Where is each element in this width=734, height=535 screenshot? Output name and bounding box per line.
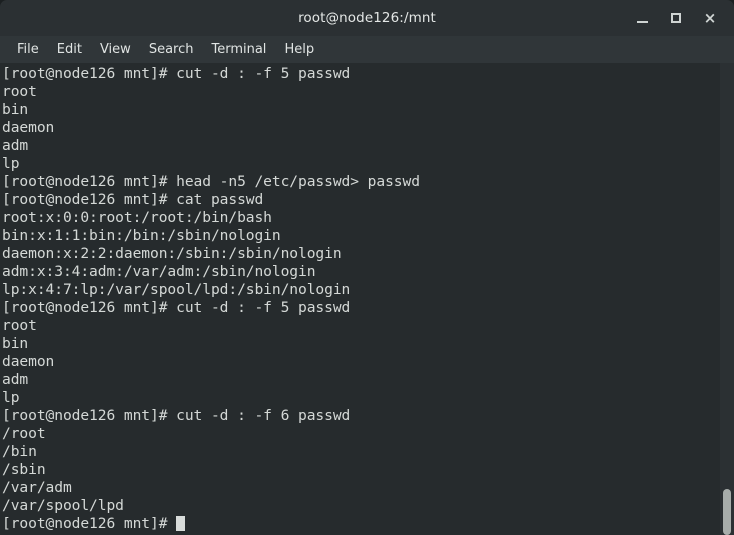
terminal-line: daemon:x:2:2:daemon:/sbin:/sbin/nologin (2, 245, 342, 262)
terminal-line: /sbin (2, 461, 46, 478)
terminal-line: lp:x:4:7:lp:/var/spool/lpd:/sbin/nologin (2, 281, 351, 298)
terminal-line: daemon (2, 119, 55, 136)
terminal-line: /var/adm (2, 479, 72, 496)
maximize-button[interactable] (660, 3, 692, 33)
terminal-line: adm (2, 137, 29, 154)
terminal-line: bin:x:1:1:bin:/bin:/sbin/nologin (2, 227, 281, 244)
terminal-line: lp (2, 155, 20, 172)
terminal-prompt-line[interactable]: [root@node126 mnt]# (2, 515, 720, 533)
terminal-prompt-text: [root@node126 mnt]# (2, 515, 177, 532)
window-controls: × (626, 0, 726, 36)
minimize-icon (636, 20, 648, 23)
terminal-line: root (2, 83, 37, 100)
menu-bar: File Edit View Search Terminal Help (0, 36, 734, 63)
close-button[interactable]: × (694, 3, 726, 33)
maximize-icon (671, 13, 681, 23)
menu-item-file[interactable]: File (8, 38, 48, 62)
terminal-line: [root@node126 mnt]# cut -d : -f 5 passwd (2, 65, 351, 82)
minimize-button[interactable] (626, 3, 658, 33)
terminal-line: [root@node126 mnt]# cut -d : -f 6 passwd (2, 407, 351, 424)
terminal-scrollbar[interactable] (720, 63, 734, 535)
title-bar[interactable]: root@node126:/mnt × (0, 0, 734, 36)
close-icon: × (703, 8, 717, 27)
scrollbar-thumb[interactable] (723, 489, 731, 535)
terminal-line: /root (2, 425, 46, 442)
menu-item-edit[interactable]: Edit (48, 38, 91, 62)
menu-item-view[interactable]: View (91, 38, 140, 62)
terminal-line: bin (2, 101, 29, 118)
menu-item-help[interactable]: Help (275, 38, 323, 62)
terminal-line: [root@node126 mnt]# cat passwd (2, 191, 264, 208)
terminal-line: bin (2, 335, 29, 352)
terminal-output[interactable]: [root@node126 mnt]# cut -d : -f 5 passwd… (0, 63, 720, 535)
terminal-line: adm (2, 371, 29, 388)
terminal-line: adm:x:3:4:adm:/var/adm:/sbin/nologin (2, 263, 316, 280)
terminal-line: [root@node126 mnt]# head -n5 /etc/passwd… (2, 173, 420, 190)
terminal-window: root@node126:/mnt × File Edit View Searc… (0, 0, 734, 535)
terminal-line: root:x:0:0:root:/root:/bin/bash (2, 209, 272, 226)
terminal-line: daemon (2, 353, 55, 370)
window-title: root@node126:/mnt (298, 10, 436, 26)
terminal-line: /var/spool/lpd (2, 497, 124, 514)
terminal-line: [root@node126 mnt]# cut -d : -f 5 passwd (2, 299, 351, 316)
menu-item-terminal[interactable]: Terminal (202, 38, 275, 62)
terminal-line: lp (2, 389, 20, 406)
terminal-line: /bin (2, 443, 37, 460)
terminal-line: root (2, 317, 37, 334)
terminal-cursor (176, 516, 186, 531)
menu-item-search[interactable]: Search (140, 38, 203, 62)
terminal-area[interactable]: [root@node126 mnt]# cut -d : -f 5 passwd… (0, 63, 734, 535)
